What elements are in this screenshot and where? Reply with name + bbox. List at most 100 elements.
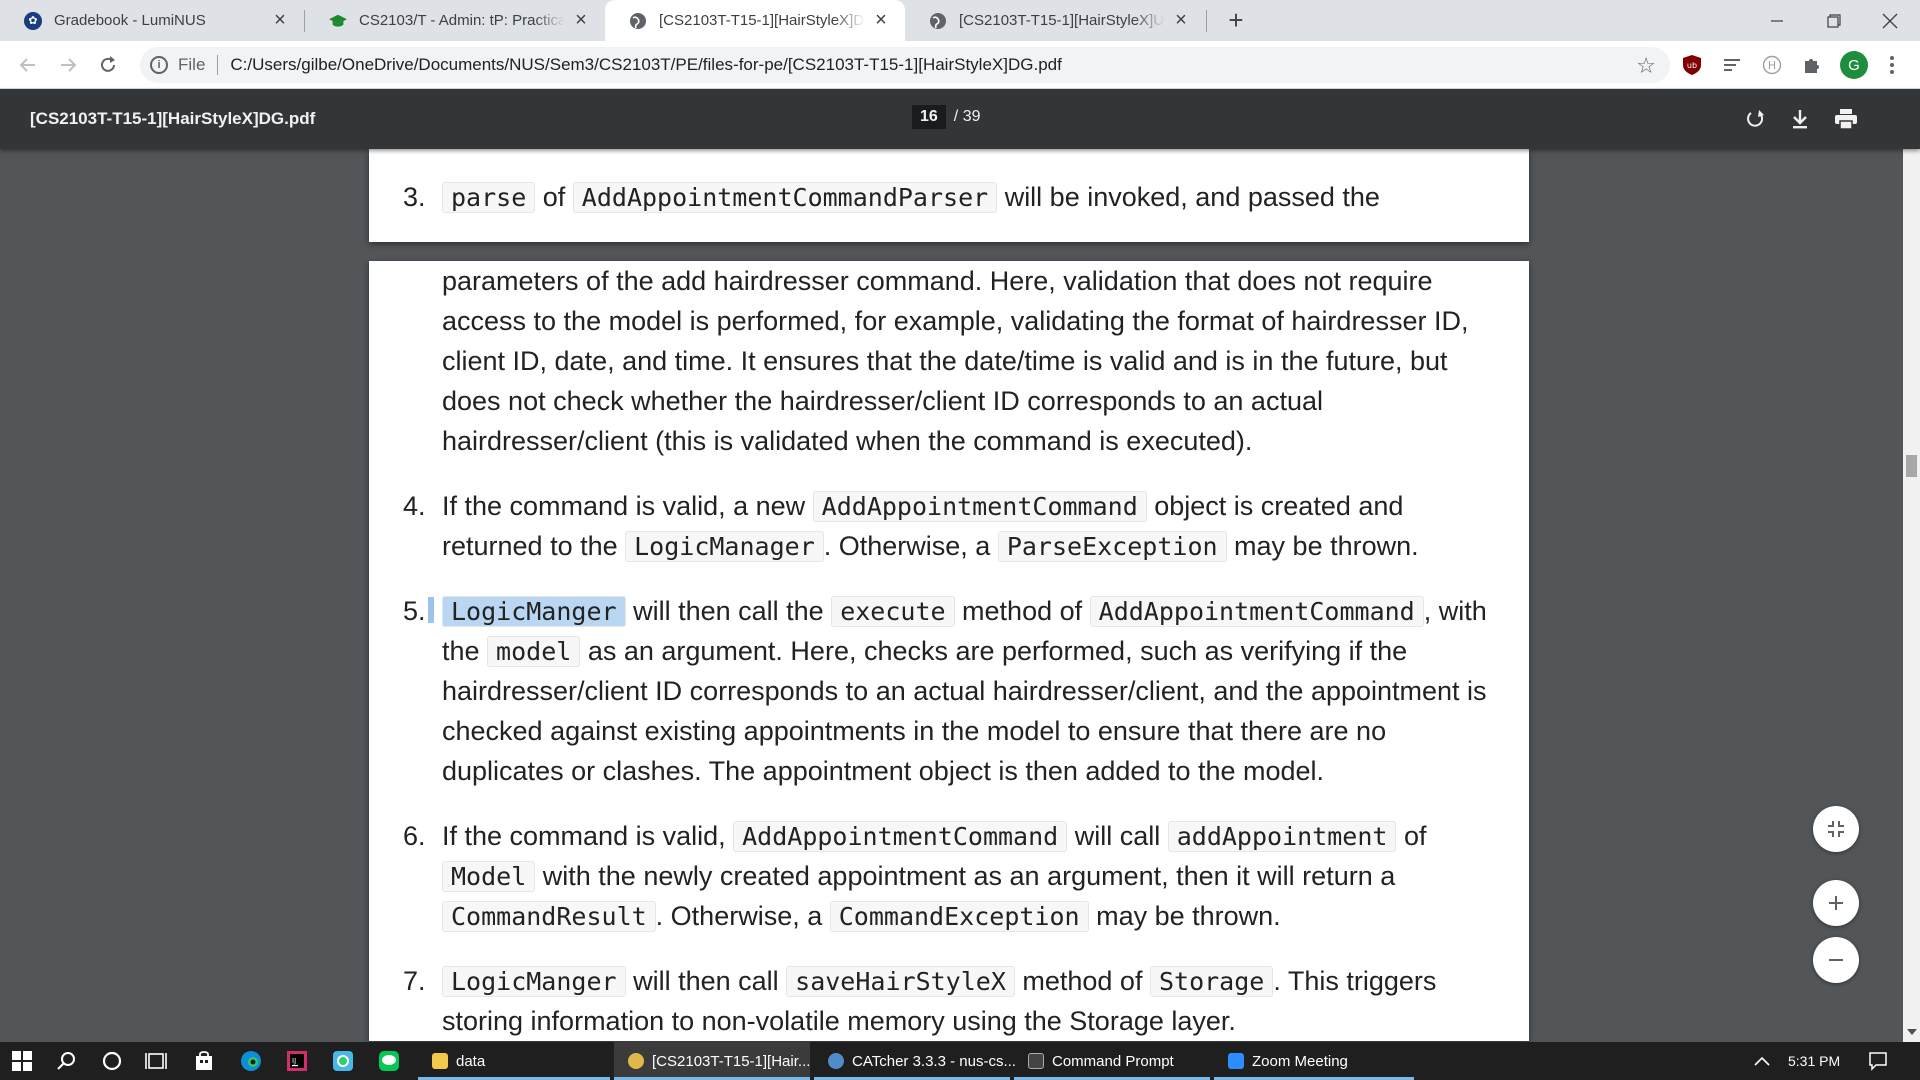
page-indicator: 16 / 39 xyxy=(912,105,980,129)
taskbar-app-label: [CS2103T-T15-1][Hair... xyxy=(652,1052,811,1070)
text-run: of xyxy=(535,182,573,212)
bookmark-star-icon[interactable]: ☆ xyxy=(1636,53,1656,79)
puzzle-extensions-icon[interactable] xyxy=(1800,53,1824,77)
tab-ug-pdf[interactable]: [CS2103T-T15-1][HairStyleX]UG.p × xyxy=(905,0,1205,41)
rotate-icon[interactable] xyxy=(1742,105,1770,133)
taskbar-clock[interactable]: 5:31 PM xyxy=(1788,1053,1840,1069)
text-run: object is created and xyxy=(1146,491,1404,521)
chevron-up-icon[interactable] xyxy=(1748,1047,1776,1075)
restore-button[interactable] xyxy=(1806,0,1862,41)
close-icon[interactable]: × xyxy=(270,9,290,31)
edge-icon[interactable] xyxy=(237,1047,265,1075)
cortana-icon[interactable] xyxy=(98,1047,126,1075)
ublock-icon[interactable]: ub xyxy=(1680,53,1704,77)
windows-start-icon[interactable] xyxy=(8,1047,36,1075)
whatsapp-icon[interactable] xyxy=(329,1047,357,1075)
inline-code: Storage xyxy=(1149,966,1274,997)
new-tab-button[interactable]: + xyxy=(1220,4,1252,36)
text-line: does not check whether the hairdresser/c… xyxy=(442,386,1323,416)
taskbar-app-command-prompt[interactable]: Command Prompt xyxy=(1014,1042,1210,1080)
taskbar-app-zoom[interactable]: Zoom Meeting xyxy=(1214,1042,1414,1080)
pdf-page: parameters of the add hairdresser comman… xyxy=(369,261,1529,1041)
reader-list-icon[interactable] xyxy=(1720,53,1744,77)
profile-avatar[interactable]: G xyxy=(1840,51,1868,79)
download-icon[interactable] xyxy=(1786,105,1814,133)
text-run: of xyxy=(1396,821,1427,851)
kebab-menu-icon[interactable] xyxy=(1880,53,1904,77)
vertical-scrollbar[interactable] xyxy=(1903,89,1920,1042)
text-line: hairdresser/client ID corresponds to an … xyxy=(442,676,1487,706)
page-total: / 39 xyxy=(953,108,981,125)
scroll-thumb[interactable] xyxy=(1906,455,1917,477)
line-icon[interactable] xyxy=(375,1047,403,1075)
page-number-input[interactable]: 16 xyxy=(912,105,946,129)
text-line: LogicManger will then call saveHairStyle… xyxy=(442,961,1512,1002)
inline-code: execute xyxy=(831,596,955,627)
forward-button[interactable] xyxy=(52,49,84,81)
inline-code: model xyxy=(487,636,581,667)
close-window-button[interactable] xyxy=(1862,0,1918,41)
store-icon[interactable] xyxy=(190,1047,218,1075)
text-line: If the command is valid, a new AddAppoin… xyxy=(442,486,1512,527)
text-line: checked against existing appointments in… xyxy=(442,716,1387,746)
inline-code: CommandException xyxy=(829,901,1089,932)
back-button[interactable] xyxy=(12,49,44,81)
tab-cs2103-admin[interactable]: CS2103/T - Admin: tP: Practical E × xyxy=(305,0,605,41)
notification-icon[interactable] xyxy=(1864,1047,1892,1075)
scroll-down-arrow-icon[interactable] xyxy=(1907,1029,1917,1035)
intellij-icon[interactable]: IJ xyxy=(283,1047,311,1075)
text-run: If the command is valid, xyxy=(442,821,734,851)
text-run: will be invoked, and passed the xyxy=(997,182,1380,212)
text-run: the xyxy=(442,636,488,666)
text-line: If the command is valid, AddAppointmentC… xyxy=(442,816,1512,857)
tab-title: Gradebook - LumiNUS xyxy=(54,12,206,29)
zoom-out-button[interactable] xyxy=(1813,937,1859,983)
text-run: If the command is valid, a new xyxy=(442,491,813,521)
text-run: will then call xyxy=(625,966,787,996)
browser-tab-strip: ✿ Gradebook - LumiNUS × CS2103/T - Admin… xyxy=(0,0,1920,41)
list-number: 3. xyxy=(403,182,426,212)
list-number: 4. xyxy=(403,491,426,521)
close-icon[interactable]: × xyxy=(1171,9,1191,31)
text-run: may be thrown. xyxy=(1226,531,1419,561)
info-icon[interactable]: i xyxy=(150,56,168,74)
inline-code: LogicManger xyxy=(442,966,626,997)
fit-to-page-button[interactable] xyxy=(1813,806,1859,852)
selected-inline-code[interactable]: LogicManger xyxy=(442,596,626,627)
text-run: method of xyxy=(1014,966,1150,996)
inline-code: saveHairStyleX xyxy=(786,966,1015,997)
globe-icon xyxy=(629,12,647,30)
inline-code: AddAppointmentCommandParser xyxy=(572,182,998,213)
text-line: returned to the LogicManager. Otherwise,… xyxy=(442,526,1512,567)
text-run: , with xyxy=(1423,596,1487,626)
taskbar-app-chrome[interactable]: [CS2103T-T15-1][Hair... xyxy=(614,1042,810,1080)
tab-separator xyxy=(1206,10,1207,32)
tab-gradebook[interactable]: ✿ Gradebook - LumiNUS × xyxy=(0,0,304,41)
svg-text:H: H xyxy=(1768,59,1776,72)
text-line: client ID, date, and time. It ensures th… xyxy=(442,346,1448,376)
minimize-button[interactable] xyxy=(1749,0,1805,41)
inline-code: addAppointment xyxy=(1167,821,1397,852)
print-icon[interactable] xyxy=(1832,105,1860,133)
tab-dg-pdf[interactable]: [CS2103T-T15-1][HairStyleX]DG.p × xyxy=(605,0,905,41)
taskbar-app-label: Zoom Meeting xyxy=(1252,1052,1348,1070)
inline-code: parse xyxy=(442,182,536,213)
taskbar-app-catcher[interactable]: CATcher 3.3.3 - nus-cs... xyxy=(814,1042,1016,1080)
zoom-in-button[interactable] xyxy=(1813,880,1859,926)
inline-code: CommandResult xyxy=(442,901,656,932)
search-icon[interactable] xyxy=(52,1047,80,1075)
taskbar-app-data[interactable]: data xyxy=(418,1042,610,1080)
list-text: parse of AddAppointmentCommandParser wil… xyxy=(442,177,1512,218)
text-line: LogicManger will then call the execute m… xyxy=(442,591,1512,632)
svg-text:IJ: IJ xyxy=(292,1057,296,1065)
inline-code: Model xyxy=(442,861,536,892)
address-bar[interactable]: i File C:/Users/gilbe/OneDrive/Documents… xyxy=(140,47,1670,83)
task-view-icon[interactable] xyxy=(142,1047,170,1075)
pdf-filename: [CS2103T-T15-1][HairStyleX]DG.pdf xyxy=(30,109,316,128)
list-number: 6. xyxy=(403,821,426,851)
h-extension-icon[interactable]: H xyxy=(1760,53,1784,77)
reload-button[interactable] xyxy=(92,49,124,81)
close-icon[interactable]: × xyxy=(871,9,891,31)
close-icon[interactable]: × xyxy=(571,9,591,31)
tab-title: [CS2103T-T15-1][HairStyleX]DG.p xyxy=(659,12,865,29)
